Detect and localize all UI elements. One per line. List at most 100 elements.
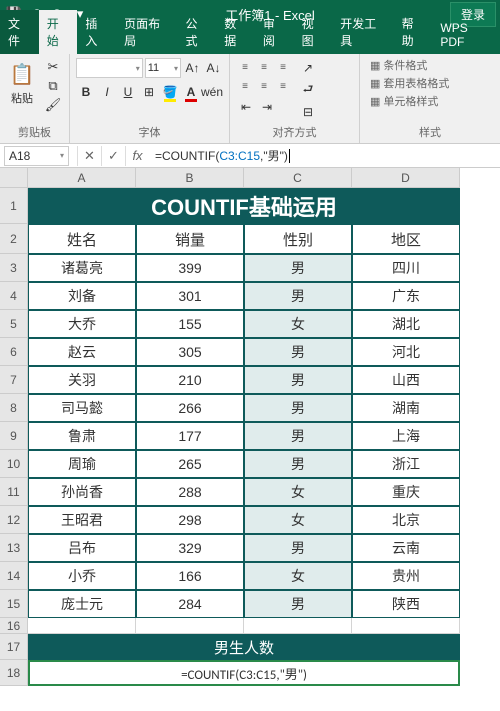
border-button[interactable]: ⊞ bbox=[139, 82, 159, 102]
empty-cell[interactable] bbox=[136, 618, 244, 634]
menu-dev[interactable]: 开发工具 bbox=[332, 10, 393, 54]
table-cell[interactable]: 男 bbox=[244, 254, 352, 282]
row-head-11[interactable]: 11 bbox=[0, 478, 28, 506]
table-cell[interactable]: 女 bbox=[244, 478, 352, 506]
table-cell[interactable]: 155 bbox=[136, 310, 244, 338]
table-cell[interactable]: 关羽 bbox=[28, 366, 136, 394]
menu-review[interactable]: 审阅 bbox=[255, 10, 294, 54]
table-cell[interactable]: 298 bbox=[136, 506, 244, 534]
name-box[interactable]: A18▾ bbox=[4, 146, 69, 166]
underline-button[interactable]: U bbox=[118, 82, 138, 102]
table-cell[interactable]: 浙江 bbox=[352, 450, 460, 478]
copy-icon[interactable]: ⧉ bbox=[42, 77, 64, 95]
table-cell[interactable]: 329 bbox=[136, 534, 244, 562]
table-cell[interactable]: 男 bbox=[244, 450, 352, 478]
font-size-select[interactable]: 11▾ bbox=[145, 58, 181, 78]
row-head-8[interactable]: 8 bbox=[0, 394, 28, 422]
font-name-select[interactable]: ▾ bbox=[76, 58, 143, 78]
row-head-7[interactable]: 7 bbox=[0, 366, 28, 394]
paste-label[interactable]: 粘贴 bbox=[11, 90, 33, 106]
table-cell[interactable]: 177 bbox=[136, 422, 244, 450]
row-head-6[interactable]: 6 bbox=[0, 338, 28, 366]
table-cell[interactable]: 男 bbox=[244, 534, 352, 562]
table-cell[interactable]: 赵云 bbox=[28, 338, 136, 366]
decrease-indent-icon[interactable]: ⇤ bbox=[236, 97, 256, 117]
active-cell[interactable]: =COUNTIF(C3:C15,"男") bbox=[28, 660, 460, 686]
row-head-10[interactable]: 10 bbox=[0, 450, 28, 478]
fx-icon[interactable]: fx bbox=[125, 146, 149, 166]
col-head-C[interactable]: C bbox=[244, 168, 352, 188]
table-cell[interactable]: 云南 bbox=[352, 534, 460, 562]
table-cell[interactable]: 166 bbox=[136, 562, 244, 590]
row-head-14[interactable]: 14 bbox=[0, 562, 28, 590]
orientation-icon[interactable]: ↗ bbox=[298, 58, 318, 78]
table-cell[interactable]: 301 bbox=[136, 282, 244, 310]
table-cell[interactable]: 孙尚香 bbox=[28, 478, 136, 506]
align-bottom-icon[interactable]: ≡ bbox=[274, 58, 292, 76]
col-head-B[interactable]: B bbox=[136, 168, 244, 188]
table-cell[interactable]: 上海 bbox=[352, 422, 460, 450]
col-head-A[interactable]: A bbox=[28, 168, 136, 188]
table-cell[interactable]: 男 bbox=[244, 394, 352, 422]
table-cell[interactable]: 鲁肃 bbox=[28, 422, 136, 450]
table-cell[interactable]: 贵州 bbox=[352, 562, 460, 590]
table-cell[interactable]: 399 bbox=[136, 254, 244, 282]
table-cell[interactable]: 男 bbox=[244, 338, 352, 366]
table-cell[interactable]: 小乔 bbox=[28, 562, 136, 590]
row-head-5[interactable]: 5 bbox=[0, 310, 28, 338]
table-cell[interactable]: 周瑜 bbox=[28, 450, 136, 478]
table-cell[interactable]: 北京 bbox=[352, 506, 460, 534]
font-color-button[interactable]: A bbox=[181, 82, 201, 102]
table-cell[interactable]: 305 bbox=[136, 338, 244, 366]
table-cell[interactable]: 266 bbox=[136, 394, 244, 422]
table-cell[interactable]: 284 bbox=[136, 590, 244, 618]
cut-icon[interactable]: ✂ bbox=[42, 58, 64, 76]
row-head-4[interactable]: 4 bbox=[0, 282, 28, 310]
table-cell[interactable]: 刘备 bbox=[28, 282, 136, 310]
menu-layout[interactable]: 页面布局 bbox=[116, 10, 177, 54]
conditional-format-button[interactable]: ▦条件格式 bbox=[366, 56, 496, 74]
paste-icon[interactable]: 📋 bbox=[6, 58, 38, 90]
col-head-D[interactable]: D bbox=[352, 168, 460, 188]
enter-formula-icon[interactable]: ✓ bbox=[101, 146, 125, 166]
row-head-9[interactable]: 9 bbox=[0, 422, 28, 450]
row-head-13[interactable]: 13 bbox=[0, 534, 28, 562]
row-head-3[interactable]: 3 bbox=[0, 254, 28, 282]
row-head-15[interactable]: 15 bbox=[0, 590, 28, 618]
table-cell[interactable]: 湖北 bbox=[352, 310, 460, 338]
cell-styles-button[interactable]: ▦单元格样式 bbox=[366, 92, 496, 110]
spreadsheet-grid[interactable]: ABCD1COUNTIF基础运用2姓名销量性别地区3诸葛亮399男四川4刘备30… bbox=[0, 168, 500, 711]
row-head-17[interactable]: 17 bbox=[0, 634, 28, 660]
table-cell[interactable]: 大乔 bbox=[28, 310, 136, 338]
select-all-corner[interactable] bbox=[0, 168, 28, 188]
increase-font-icon[interactable]: A↑ bbox=[183, 58, 202, 78]
table-cell[interactable]: 河北 bbox=[352, 338, 460, 366]
menu-view[interactable]: 视图 bbox=[294, 10, 333, 54]
empty-cell[interactable] bbox=[244, 618, 352, 634]
table-cell[interactable]: 四川 bbox=[352, 254, 460, 282]
decrease-font-icon[interactable]: A↓ bbox=[204, 58, 223, 78]
menu-help[interactable]: 帮助 bbox=[394, 10, 433, 54]
table-cell[interactable]: 湖南 bbox=[352, 394, 460, 422]
table-cell[interactable]: 男 bbox=[244, 422, 352, 450]
table-cell[interactable]: 吕布 bbox=[28, 534, 136, 562]
menu-insert[interactable]: 插入 bbox=[77, 10, 116, 54]
align-left-icon[interactable]: ≡ bbox=[236, 77, 254, 95]
phonetic-button[interactable]: wén bbox=[202, 82, 222, 102]
row-head-1[interactable]: 1 bbox=[0, 188, 28, 224]
table-cell[interactable]: 庞士元 bbox=[28, 590, 136, 618]
table-cell[interactable]: 男 bbox=[244, 590, 352, 618]
menu-wps[interactable]: WPS PDF bbox=[432, 16, 500, 54]
table-cell[interactable]: 女 bbox=[244, 562, 352, 590]
table-cell[interactable]: 男 bbox=[244, 282, 352, 310]
table-cell[interactable]: 女 bbox=[244, 310, 352, 338]
table-format-button[interactable]: ▦套用表格格式 bbox=[366, 74, 496, 92]
row-head-12[interactable]: 12 bbox=[0, 506, 28, 534]
align-right-icon[interactable]: ≡ bbox=[274, 77, 292, 95]
table-cell[interactable]: 265 bbox=[136, 450, 244, 478]
bold-button[interactable]: B bbox=[76, 82, 96, 102]
table-cell[interactable]: 陕西 bbox=[352, 590, 460, 618]
merge-cells-icon[interactable]: ⊟ bbox=[298, 102, 318, 122]
wrap-text-icon[interactable]: ⮐ bbox=[298, 80, 318, 100]
row-head-16[interactable]: 16 bbox=[0, 618, 28, 634]
